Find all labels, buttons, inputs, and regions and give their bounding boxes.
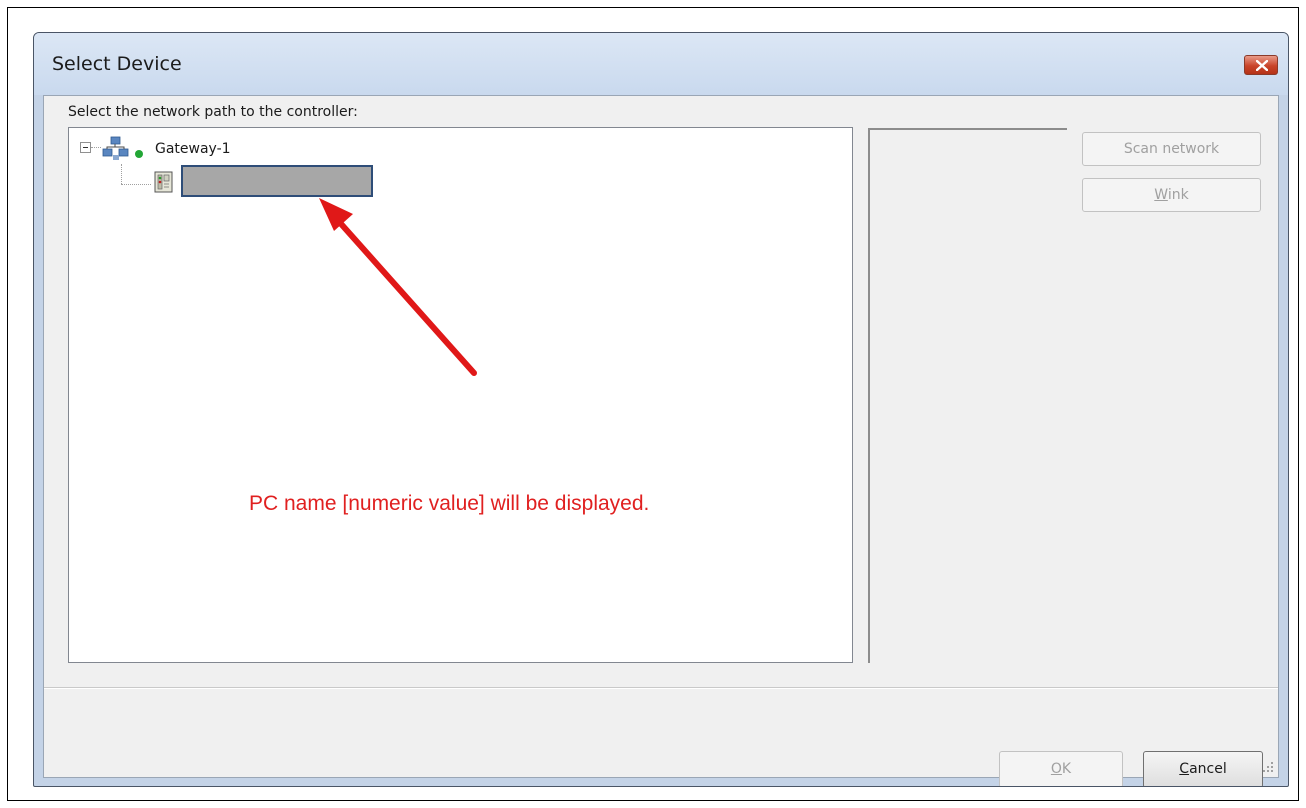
cancel-label: ancel: [1189, 761, 1227, 777]
annotation-text: PC name [numeric value] will be displaye…: [249, 492, 650, 515]
network-path-prompt: Select the network path to the controlle…: [68, 104, 358, 120]
controller-device-icon: [154, 171, 173, 193]
cancel-mnemonic: C: [1179, 761, 1190, 777]
device-name-selection[interactable]: [181, 165, 373, 197]
dialog-title: Select Device: [52, 53, 182, 75]
collapse-icon[interactable]: [80, 142, 91, 153]
select-device-dialog: Select Device Select the network path to…: [33, 32, 1289, 787]
ok-mnemonic: O: [1050, 761, 1062, 777]
close-icon: [1256, 60, 1268, 71]
tree-connector: [121, 184, 151, 185]
network-tree[interactable]: Gateway-1 PC name [numeric value] will b…: [68, 127, 853, 663]
details-panel: [868, 128, 1067, 663]
title-bar[interactable]: Select Device: [34, 33, 1288, 95]
ok-button[interactable]: OK: [999, 751, 1123, 786]
cancel-button[interactable]: Cancel: [1143, 751, 1263, 786]
annotation-arrow: [319, 198, 477, 376]
tree-connector: [121, 164, 122, 184]
resize-grip-icon[interactable]: [1262, 761, 1274, 773]
scan-network-button[interactable]: Scan network: [1082, 132, 1261, 166]
wink-mnemonic: W: [1154, 187, 1168, 203]
close-button[interactable]: [1244, 55, 1278, 75]
wink-button[interactable]: Wink: [1082, 178, 1261, 212]
dialog-body: Select the network path to the controlle…: [43, 95, 1279, 786]
network-gateway-icon: [102, 136, 143, 160]
gateway-label[interactable]: Gateway-1: [155, 141, 231, 157]
wink-label: ink: [1167, 187, 1189, 203]
footer-separator: [44, 687, 1278, 689]
tree-connector: [91, 147, 101, 148]
ok-label: K: [1061, 761, 1072, 777]
